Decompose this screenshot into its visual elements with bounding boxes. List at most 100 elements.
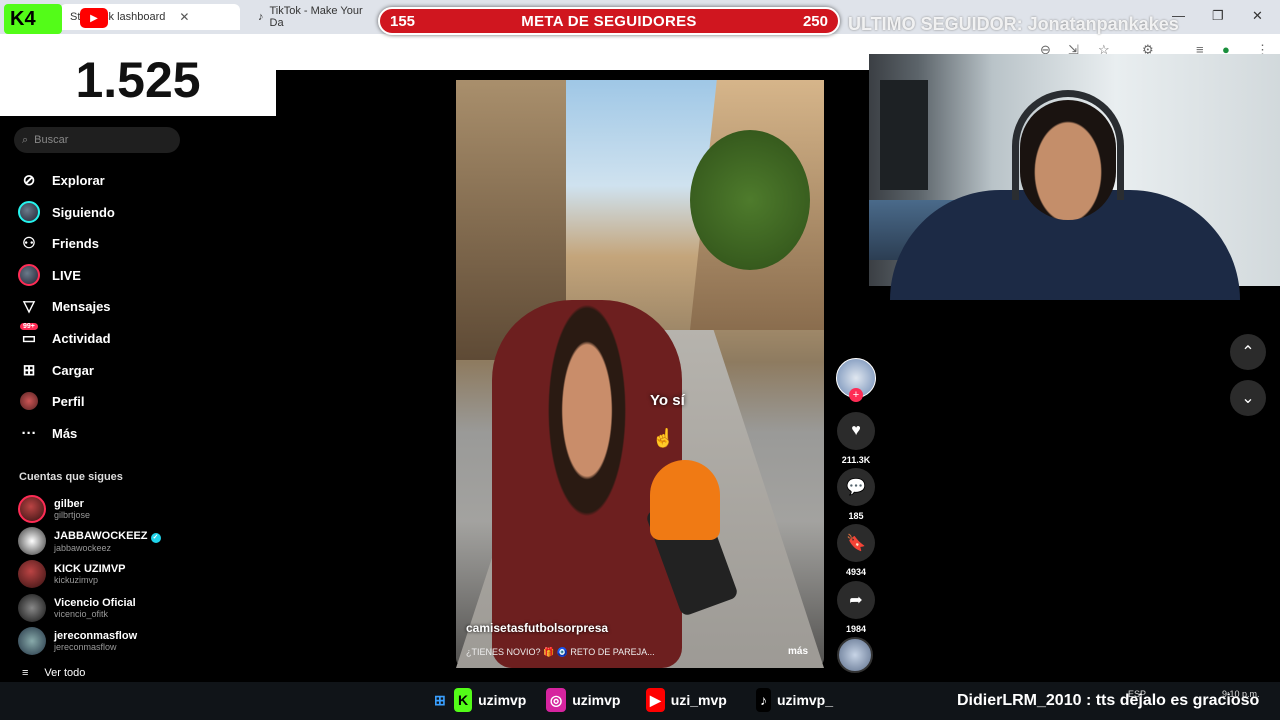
- following-avatar-icon: [18, 201, 40, 223]
- taskbar-youtube[interactable]: ▶ uzi_mvp: [646, 688, 727, 712]
- sidebar-item-label: Perfil: [52, 393, 85, 409]
- search-input[interactable]: ⌕ Buscar: [14, 127, 180, 153]
- taskbar-kick[interactable]: K uzimvp: [454, 688, 526, 712]
- goal-end-value: 250: [802, 12, 828, 30]
- sidebar-item-mas[interactable]: ··· Más: [18, 421, 78, 445]
- save-count: 4934: [845, 567, 867, 577]
- account-username: jabbawockeez: [54, 542, 112, 553]
- share-count: 1984: [845, 624, 867, 634]
- avatar: [18, 627, 46, 655]
- following-section-title: Cuentas que sigues: [19, 471, 123, 483]
- video-description-text: ¿TIENES NOVIO? 🎁 🧿 RETO DE PAREJA...: [466, 647, 655, 657]
- heart-icon[interactable]: ♥: [837, 412, 875, 450]
- activity-icon: ▭ 99+: [20, 323, 38, 347]
- sidebar-item-cargar[interactable]: ⊞ Cargar: [18, 358, 94, 382]
- profile-icon: [18, 390, 40, 412]
- youtube-logo-icon: ▶: [80, 8, 108, 28]
- video-author[interactable]: camisetasfutbolsorpresa: [466, 621, 608, 635]
- more-icon: ···: [21, 424, 37, 442]
- goal-title: META DE SEGUIDORES: [521, 12, 697, 30]
- sidebar-item-label: Siguiendo: [52, 204, 115, 220]
- video-description: ¿TIENES NOVIO? 🎁 🧿 RETO DE PAREJA...: [466, 647, 655, 658]
- goal-start-value: 155: [390, 12, 416, 30]
- maximize-window-icon[interactable]: ❐: [1212, 8, 1224, 24]
- sidebar-item-explorar[interactable]: ⊘ Explorar: [18, 168, 105, 192]
- list-item[interactable]: KICK UZIMVP kickuzimvp: [18, 559, 126, 589]
- sidebar-item-perfil[interactable]: Perfil: [18, 389, 85, 413]
- mouse-cursor-icon: ☝: [652, 428, 675, 448]
- activity-badge: 99+: [20, 323, 38, 330]
- comment-action[interactable]: 💬 185: [836, 468, 876, 521]
- previous-video-button[interactable]: ⌃: [1230, 334, 1266, 370]
- sidebar-item-live[interactable]: LIVE: [18, 263, 81, 287]
- account-name: JABBAWOCKEEZ: [54, 529, 148, 542]
- comment-count: 185: [848, 511, 864, 521]
- taskbar-tiktok[interactable]: ♪ uzimvp_: [756, 688, 833, 712]
- search-icon: ⌕: [22, 133, 29, 146]
- bookmark-icon[interactable]: 🔖: [837, 524, 875, 562]
- sidebar-item-actividad[interactable]: ▭ 99+ Actividad: [18, 323, 111, 350]
- tab-tiktok[interactable]: ♪ TikTok - Make Your Da: [248, 4, 378, 30]
- kick-icon: K: [454, 688, 473, 712]
- friends-icon: ⚇: [22, 235, 36, 252]
- follower-count: 1.525: [75, 52, 201, 108]
- list-item[interactable]: jereconmasflow jereconmasflow: [18, 626, 137, 656]
- taskbar-instagram[interactable]: ◎ uzimvp: [546, 688, 620, 712]
- avatar: [18, 594, 46, 622]
- comment-icon[interactable]: 💬: [837, 468, 875, 506]
- close-tab-icon[interactable]: ✕: [179, 10, 189, 24]
- follow-plus-icon[interactable]: +: [849, 388, 863, 402]
- sidebar-item-label: Cargar: [52, 362, 94, 378]
- list-item[interactable]: gilber gilbrtjose: [18, 494, 90, 524]
- sidebar-item-label: Mensajes: [52, 298, 111, 314]
- next-video-button[interactable]: ⌄: [1230, 380, 1266, 416]
- youtube-icon: ▶: [646, 688, 665, 712]
- share-icon[interactable]: ➦: [837, 581, 875, 619]
- kick-logo-icon: K4: [4, 4, 62, 34]
- account-name: gilber: [54, 498, 84, 510]
- last-follower-text: ULTIMO SEGUIDOR: Jonatanpankakes: [848, 14, 1179, 34]
- social-handle: uzimvp_: [777, 692, 834, 708]
- music-disc-icon[interactable]: [837, 637, 873, 673]
- sidebar-item-mensajes[interactable]: ▽ Mensajes: [18, 294, 111, 318]
- see-all-label: Ver todo: [44, 667, 86, 679]
- account-name: jereconmasflow: [54, 630, 138, 642]
- social-handle: uzi_mvp: [670, 692, 727, 708]
- sidebar-item-label: Más: [52, 425, 78, 441]
- follower-goal-bar: 155 META DE SEGUIDORES 250: [378, 7, 840, 35]
- share-action[interactable]: ➦ 1984: [836, 581, 876, 634]
- account-name: KICK UZIMVP: [54, 563, 126, 575]
- sidebar-item-friends[interactable]: ⚇ Friends: [18, 231, 99, 255]
- live-icon: [18, 264, 40, 286]
- account-username: vicencio_ofitk: [54, 609, 109, 619]
- more-button[interactable]: más: [788, 646, 808, 657]
- sidebar-item-siguiendo[interactable]: Siguiendo: [18, 200, 115, 224]
- sidebar-item-label: Friends: [52, 235, 99, 251]
- video-scene-microphone-foam: [650, 460, 720, 540]
- webcam-scene-headphones: [1012, 90, 1124, 200]
- follower-count-box: 1.525: [0, 44, 276, 116]
- see-all-link[interactable]: ≡ Ver todo: [22, 667, 85, 679]
- social-handle: uzimvp: [478, 692, 527, 708]
- webcam-scene-door: [880, 80, 928, 190]
- account-username: kickuzimvp: [54, 575, 99, 585]
- sidebar-item-label: LIVE: [52, 267, 81, 283]
- list-item[interactable]: Vicencio Oficial vicencio_ofitk: [18, 593, 136, 623]
- sidebar-item-label: Explorar: [52, 172, 105, 188]
- verified-icon: ✓: [150, 532, 161, 543]
- tiktok-favicon-icon: ♪: [258, 11, 264, 23]
- list-item[interactable]: JABBAWOCKEEZ ✓ jabbawockeez: [18, 526, 161, 556]
- tab-label: TikTok - Make Your Da: [269, 5, 363, 29]
- avatar: [18, 495, 46, 523]
- save-action[interactable]: 🔖 4934: [836, 524, 876, 577]
- windows-icon: ⊞: [434, 691, 446, 708]
- avatar: [18, 527, 46, 555]
- social-handle: uzimvp: [572, 692, 621, 708]
- clock[interactable]: 9:10 p.m.: [1222, 689, 1260, 699]
- close-window-icon[interactable]: ✕: [1252, 8, 1263, 24]
- start-button[interactable]: ⊞: [434, 688, 446, 712]
- upload-icon: ⊞: [22, 362, 36, 379]
- chevron-down-icon: ⌄: [1241, 390, 1255, 407]
- messages-icon: ▽: [23, 298, 35, 315]
- like-action[interactable]: ♥ 211.3K: [836, 412, 876, 465]
